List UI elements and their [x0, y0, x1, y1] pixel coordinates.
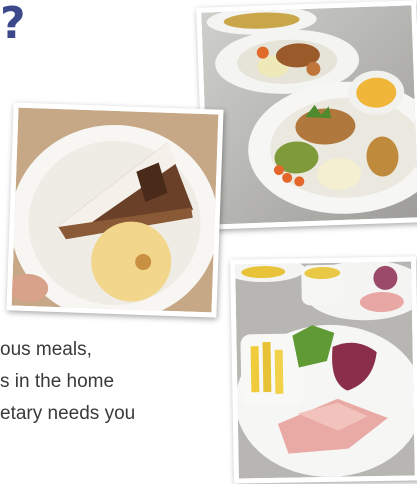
roast-dinner-illustration — [201, 5, 417, 225]
ham-salad-plate-photo — [230, 256, 417, 484]
body-line-2: s in the home — [0, 371, 115, 392]
heading-question-mark: ? — [0, 0, 26, 49]
body-line-1: ous meals, — [0, 339, 92, 360]
roast-dinner-plates-photo — [196, 0, 417, 230]
cake-illustration — [11, 107, 219, 313]
body-line-3: etary needs you — [0, 403, 136, 424]
body-paragraph: ous meals, s in the home etary needs you — [0, 334, 232, 430]
chocolate-cake-photo — [6, 102, 224, 318]
ham-salad-illustration — [235, 261, 415, 479]
